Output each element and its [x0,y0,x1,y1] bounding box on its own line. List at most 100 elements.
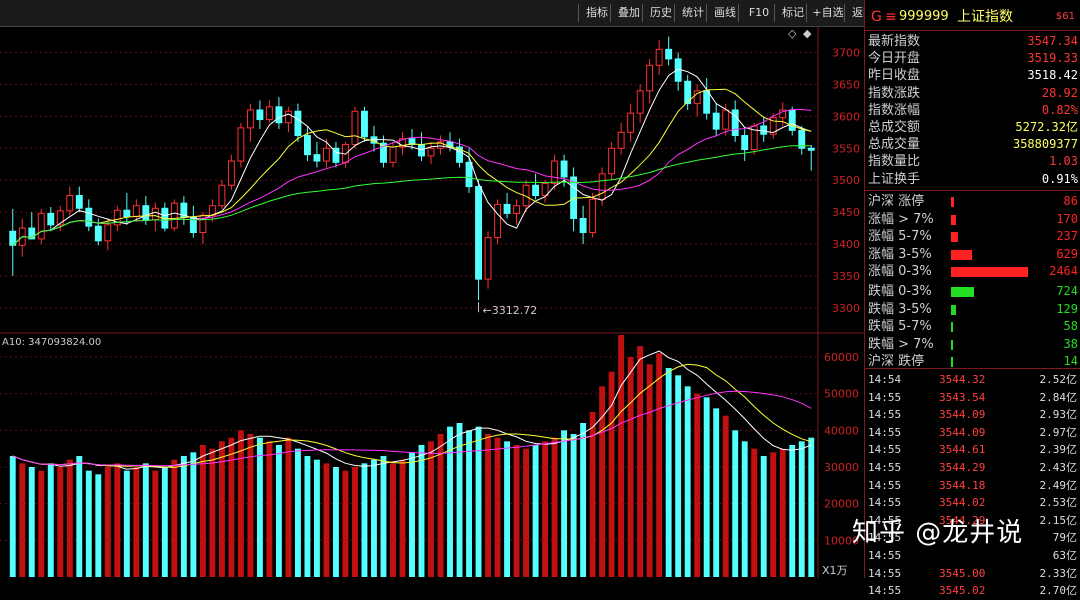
tick-row[interactable]: 14:55 3544.09 2.97亿 [865,424,1080,442]
volume-bar [152,470,159,577]
breadth-label: 涨幅 5-7% [868,229,932,245]
quote-label: 指数量比 [868,154,921,170]
breadth-bar [951,304,956,315]
tick-row[interactable]: 14:55 3545.02 2.70亿 [865,582,1080,600]
volume-bar [19,463,26,577]
tick-volume: 63亿 [1052,549,1077,562]
quote-value: 28.92 [1041,85,1078,100]
candle-body [427,147,435,157]
candle-body [712,112,720,130]
volume-bar [760,456,767,577]
volume-bar [551,437,558,577]
tick-time: 14:55 [868,408,902,422]
tick-row[interactable]: 14:55 3543.54 2.84亿 [865,389,1080,407]
volume-bar [142,463,149,577]
breadth-bar [951,339,953,350]
volume-bar [390,463,396,577]
tick-row[interactable]: 14:54 3544.32 2.52亿 [865,371,1080,389]
volume-bar [703,397,710,577]
tick-time: 14:55 [868,461,902,474]
ma-line-60 [12,145,812,246]
breadth-label: 跌幅 3-5% [868,301,932,317]
breadth-label: 跌幅 5-7% [868,319,932,335]
candle-body [579,217,587,234]
diamond-outline-icon[interactable]: ◇ [788,27,796,40]
tick-row[interactable]: 14:55 3544.61 2.39亿 [865,441,1080,459]
tick-row[interactable]: 14:55 3544.29 2.43亿 [865,459,1080,477]
candle-body [788,109,796,131]
tick-row[interactable]: 14:55 63亿 [865,547,1080,565]
volume-bar [371,459,377,577]
candle-body [608,147,616,175]
candle-body [303,135,311,156]
tick-row[interactable]: 14:55 3544.02 2.53亿 [865,494,1080,512]
tick-volume: 2.84亿 [1039,390,1078,404]
volume-bar [409,452,415,577]
tick-volume: 2.52亿 [1039,373,1078,386]
volume-header: A10: 347093824.00 [2,337,101,348]
breadth-value: 2464 [1049,264,1078,279]
candle-body [351,110,359,145]
volume-bar [76,456,83,577]
candle-body [361,110,368,138]
candle-body [807,147,815,151]
toolbar-button-5[interactable]: F10 [738,4,779,22]
breadth-bar [951,287,974,297]
candle-body [465,161,473,188]
candle-body [503,203,511,214]
toolbar-button-7[interactable]: +自选 [806,4,849,22]
volume-bar [732,430,739,577]
quote-label: 最新指数 [868,34,921,49]
tick-price: 3544.61 [939,443,986,457]
breadth-value: 724 [1056,284,1078,298]
candle-body [532,184,540,197]
candle-body [170,202,178,229]
volume-bar [637,346,644,577]
breadth-label: 涨幅 > 7% [868,211,934,227]
candle-body [142,205,150,221]
quote-value: 5272.32亿 [1015,120,1078,134]
price-tick-label: 3700 [832,47,860,60]
tick-volume: 2.70亿 [1039,584,1078,598]
breadth-bar [951,249,972,260]
volume-bar [199,445,206,577]
tick-row[interactable]: 14:55 3544.18 2.49亿 [865,477,1080,495]
quote-value: 358809377 [1012,137,1078,152]
tick-row[interactable]: 14:55 3545.00 2.33亿 [865,565,1080,583]
diamond-filled-icon[interactable]: ◆ [803,27,811,40]
volume-tick-label: 20000 [824,498,859,511]
volume-bar [266,441,273,577]
candle-body [246,109,254,129]
volume-bar [304,456,311,577]
volume-bar [627,357,634,577]
volume-bar [513,445,520,577]
tick-time: 14:55 [868,443,902,457]
breadth-value: 38 [1063,336,1078,351]
quote-label: 今日开盘 [868,51,921,67]
menu-icon[interactable]: ≡ [885,6,897,28]
candle-body [551,160,559,184]
quote-value: 0.91% [1041,171,1078,186]
index-header[interactable]: G ≡ 999999 上证指数 $61 [865,6,1080,28]
quote-value: 3518.42 [1027,68,1078,83]
tick-price: 3544.09 [939,425,986,439]
breadth-bar [951,322,953,333]
volume-bar [751,448,758,577]
quote-label: 上证换手 [868,171,921,187]
quote-label: 总成交量 [868,137,921,153]
candle-body [313,154,321,162]
candle-body [75,195,83,209]
volume-bar [323,463,330,577]
tick-row[interactable]: 14:55 3544.09 2.93亿 [865,406,1080,424]
candle-body [665,48,673,60]
breadth-value: 86 [1063,194,1078,208]
tick-time: 14:55 [868,390,902,404]
candlestick-chart[interactable]: 3300335034003450350035503600365037001000… [0,27,864,578]
quote-row: 指数涨幅 0.82% [865,102,1080,119]
volume-bar [313,459,320,577]
volume-bar [133,467,140,577]
price-tick-label: 3600 [832,110,860,123]
tick-volume: 2.49亿 [1039,478,1078,492]
volume-bar [256,437,263,577]
breadth-row: 沪深 涨停 86 [865,193,1080,210]
